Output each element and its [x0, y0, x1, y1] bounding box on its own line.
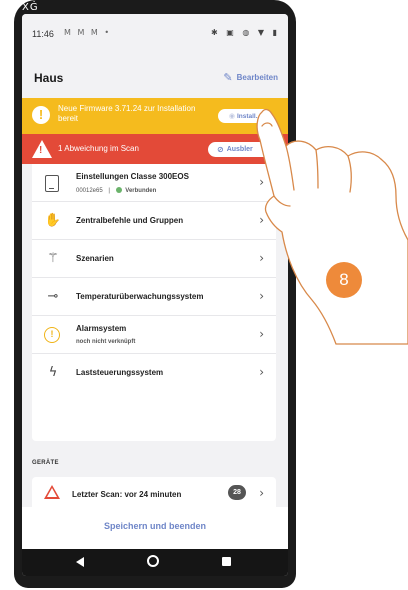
info-icon: !	[32, 106, 50, 124]
warning-mark: !	[39, 145, 43, 156]
recent-apps-icon[interactable]	[222, 557, 231, 566]
app-header: Haus ✎ Bearbeiten	[22, 52, 288, 98]
chevron-right-icon: ›	[259, 251, 264, 265]
status-time: 11:46	[32, 29, 54, 39]
hide-button[interactable]: ⊘ Ausbler	[208, 142, 280, 157]
deviation-banner: ! 1 Abweichung im Scan ⊘ Ausbler	[22, 134, 288, 164]
save-and-exit-button[interactable]: Speichern und beenden	[22, 521, 288, 531]
install-label: Install...	[236, 112, 262, 120]
magic-wand-icon: ⚚	[47, 251, 59, 266]
eye-icon: ◉	[228, 112, 235, 120]
menu-item-label: Temperaturüberwachungssystem	[76, 292, 204, 301]
pencil-icon: ✎	[223, 71, 233, 84]
last-scan-label: Letzter Scan: vor 24 minuten	[72, 490, 182, 499]
thermometer-icon: ⊸	[47, 289, 59, 304]
eye-off-icon: ⊘	[217, 145, 224, 154]
status-bar: 11:46 M M M • ✱ ▣ ◍ ▼ ▮	[22, 14, 288, 52]
hide-label: Ausbler	[226, 146, 253, 153]
menu-item-load-control[interactable]: ϟ Laststeuerungssystem ›	[32, 354, 276, 392]
menu-item-alarm[interactable]: ! Alarmsystem noch nicht verknüpft ›	[32, 316, 276, 354]
deviation-text: 1 Abweichung im Scan	[58, 144, 139, 153]
lightning-icon: ϟ	[48, 365, 58, 380]
chevron-right-icon: ›	[259, 213, 264, 227]
menu-item-settings-classe[interactable]: Einstellungen Classe 300EOS 00012e65 | V…	[32, 164, 276, 202]
menu-item-label: Laststeuerungssystem	[76, 368, 164, 377]
menu-item-temperature[interactable]: ⊸ Temperaturüberwachungssystem ›	[32, 278, 276, 316]
devices-section-label: GERÄTE	[32, 460, 59, 466]
warning-icon	[44, 485, 60, 499]
hand-icon: ✋	[44, 213, 62, 228]
canvas: XĠ 11:46 M M M • ✱ ▣ ◍ ▼ ▮ Haus ✎ Bearbe…	[0, 0, 408, 590]
last-scan-item[interactable]: Letzter Scan: vor 24 minuten 28 ›	[32, 477, 276, 507]
chevron-right-icon: ›	[259, 365, 264, 379]
page-title: Haus	[34, 71, 64, 85]
footer: Speichern und beenden	[22, 507, 288, 549]
edit-label: Bearbeiten	[236, 73, 278, 82]
android-nav-bar	[22, 549, 288, 576]
chevron-right-icon: ›	[259, 486, 264, 500]
app-screen: 11:46 M M M • ✱ ▣ ◍ ▼ ▮ Haus ✎ Bearbeite…	[22, 14, 288, 576]
scan-count-badge: 28	[228, 485, 246, 500]
chevron-right-icon: ›	[259, 327, 264, 341]
chevron-right-icon: ›	[259, 289, 264, 303]
menu-item-central-commands[interactable]: ✋ Zentralbefehle und Gruppen ›	[32, 202, 276, 240]
chevron-right-icon: ›	[259, 175, 264, 189]
device-status: 00012e65 | Verbunden	[76, 187, 156, 194]
menu-item-label: Szenarien	[76, 254, 114, 263]
corner-icon: XĠ	[22, 2, 39, 13]
system-icons: ✱ ▣ ◍ ▼ ▮	[211, 28, 280, 37]
status-connected-dot	[115, 187, 122, 193]
step-marker: 8	[326, 262, 362, 298]
menu-item-scenarios[interactable]: ⚚ Szenarien ›	[32, 240, 276, 278]
status-connected-label: Verbunden	[125, 188, 157, 194]
settings-list: Einstellungen Classe 300EOS 00012e65 | V…	[32, 164, 276, 441]
notification-icons: M M M •	[64, 28, 112, 37]
back-icon[interactable]	[76, 557, 84, 567]
alarm-icon: !	[44, 327, 60, 343]
menu-item-sub: noch nicht verknüpft	[76, 339, 135, 345]
firmware-banner: ! Neue Firmware 3.71.24 zur Installation…	[22, 98, 288, 134]
menu-item-label: Zentralbefehle und Gruppen	[76, 216, 184, 225]
alarm-status: noch nicht verknüpft	[76, 339, 136, 345]
edit-button[interactable]: ✎ Bearbeiten	[223, 71, 278, 84]
firmware-text: Neue Firmware 3.71.24 zur Installation b…	[58, 104, 196, 123]
install-button[interactable]: ◉ Install...	[218, 109, 272, 123]
menu-item-label: Einstellungen Classe 300EOS	[76, 172, 189, 181]
tablet-icon	[45, 175, 59, 192]
status-separator: |	[108, 188, 110, 194]
home-icon[interactable]	[147, 555, 159, 567]
menu-item-label: Alarmsystem	[76, 324, 127, 333]
device-id: 00012e65	[76, 188, 103, 194]
